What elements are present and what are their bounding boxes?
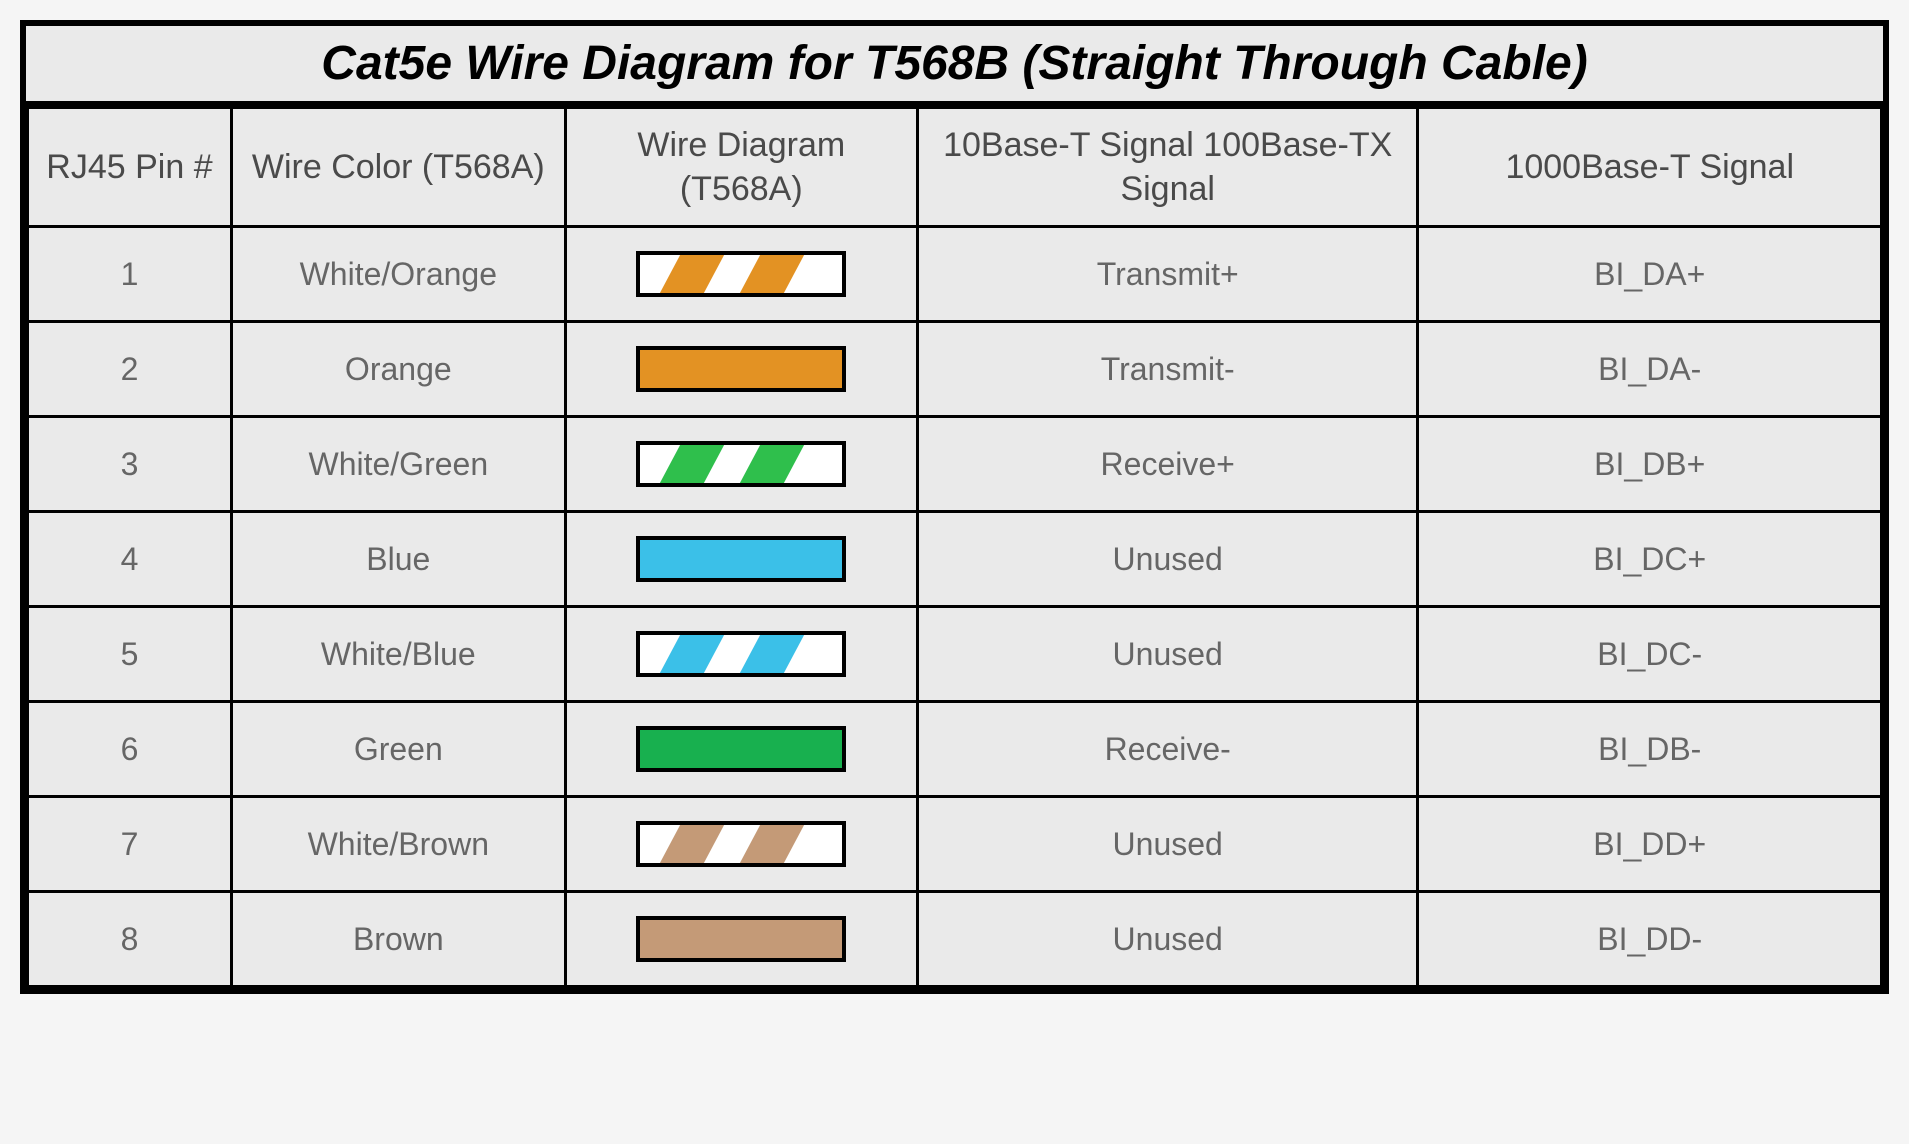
cell-pin: 6	[28, 702, 232, 797]
wire-swatch-icon	[636, 916, 846, 962]
cell-color-name: Green	[231, 702, 565, 797]
cell-signal-1000: BI_DD-	[1418, 892, 1882, 987]
cell-color-name: Orange	[231, 322, 565, 417]
cell-color-name: White/Brown	[231, 797, 565, 892]
table-row: 8Brown UnusedBI_DD-	[28, 892, 1882, 987]
cell-color-name: White/Green	[231, 417, 565, 512]
stripe-icon	[655, 631, 730, 677]
cell-signal-1000: BI_DD+	[1418, 797, 1882, 892]
cell-wire-diagram	[565, 892, 917, 987]
header-color: Wire Color (T568A)	[231, 108, 565, 227]
cell-signal-10-100: Transmit+	[917, 227, 1418, 322]
header-diagram: Wire Diagram (T568A)	[565, 108, 917, 227]
cell-wire-diagram	[565, 797, 917, 892]
cell-color-name: White/Blue	[231, 607, 565, 702]
table-row: 4Blue UnusedBI_DC+	[28, 512, 1882, 607]
cell-signal-1000: BI_DA-	[1418, 322, 1882, 417]
cell-signal-1000: BI_DC-	[1418, 607, 1882, 702]
cell-signal-1000: BI_DB-	[1418, 702, 1882, 797]
header-row: RJ45 Pin # Wire Color (T568A) Wire Diagr…	[28, 108, 1882, 227]
stripe-icon	[735, 251, 810, 297]
cell-signal-10-100: Unused	[917, 892, 1418, 987]
cell-wire-diagram	[565, 512, 917, 607]
cell-wire-diagram	[565, 227, 917, 322]
table-row: 1White/Orange Transmit+BI_DA+	[28, 227, 1882, 322]
table-row: 3White/Green Receive+BI_DB+	[28, 417, 1882, 512]
diagram-title: Cat5e Wire Diagram for T568B (Straight T…	[26, 26, 1883, 106]
cell-wire-diagram	[565, 702, 917, 797]
stripe-icon	[735, 441, 810, 487]
cell-pin: 5	[28, 607, 232, 702]
wire-table: RJ45 Pin # Wire Color (T568A) Wire Diagr…	[26, 106, 1883, 988]
cell-signal-10-100: Transmit-	[917, 322, 1418, 417]
stripe-icon	[735, 821, 810, 867]
stripe-icon	[735, 631, 810, 677]
cell-signal-10-100: Receive+	[917, 417, 1418, 512]
header-pin: RJ45 Pin #	[28, 108, 232, 227]
wire-swatch-icon	[636, 346, 846, 392]
wire-swatch-icon	[636, 726, 846, 772]
cell-pin: 8	[28, 892, 232, 987]
cell-pin: 4	[28, 512, 232, 607]
cell-wire-diagram	[565, 322, 917, 417]
cell-signal-1000: BI_DC+	[1418, 512, 1882, 607]
wire-swatch-icon	[636, 821, 846, 867]
cell-signal-1000: BI_DB+	[1418, 417, 1882, 512]
table-row: 5White/Blue UnusedBI_DC-	[28, 607, 1882, 702]
cell-color-name: White/Orange	[231, 227, 565, 322]
cell-signal-10-100: Unused	[917, 797, 1418, 892]
cell-signal-10-100: Receive-	[917, 702, 1418, 797]
table-header: RJ45 Pin # Wire Color (T568A) Wire Diagr…	[28, 108, 1882, 227]
cell-pin: 3	[28, 417, 232, 512]
wire-swatch-icon	[636, 631, 846, 677]
diagram-container: Cat5e Wire Diagram for T568B (Straight T…	[20, 20, 1889, 994]
cell-signal-10-100: Unused	[917, 607, 1418, 702]
wire-swatch-icon	[636, 536, 846, 582]
stripe-icon	[655, 821, 730, 867]
table-row: 2Orange Transmit-BI_DA-	[28, 322, 1882, 417]
wire-swatch-icon	[636, 251, 846, 297]
wire-swatch-icon	[636, 441, 846, 487]
table-row: 6Green Receive-BI_DB-	[28, 702, 1882, 797]
cell-signal-1000: BI_DA+	[1418, 227, 1882, 322]
cell-pin: 7	[28, 797, 232, 892]
cell-wire-diagram	[565, 607, 917, 702]
cell-color-name: Blue	[231, 512, 565, 607]
cell-signal-10-100: Unused	[917, 512, 1418, 607]
header-signal1000: 1000Base-T Signal	[1418, 108, 1882, 227]
header-signal10: 10Base-T Signal 100Base-TX Signal	[917, 108, 1418, 227]
cell-color-name: Brown	[231, 892, 565, 987]
table-row: 7White/Brown UnusedBI_DD+	[28, 797, 1882, 892]
stripe-icon	[655, 441, 730, 487]
table-body: 1White/Orange Transmit+BI_DA+ 2Orange Trans…	[28, 227, 1882, 987]
stripe-icon	[655, 251, 730, 297]
cell-pin: 2	[28, 322, 232, 417]
cell-wire-diagram	[565, 417, 917, 512]
cell-pin: 1	[28, 227, 232, 322]
